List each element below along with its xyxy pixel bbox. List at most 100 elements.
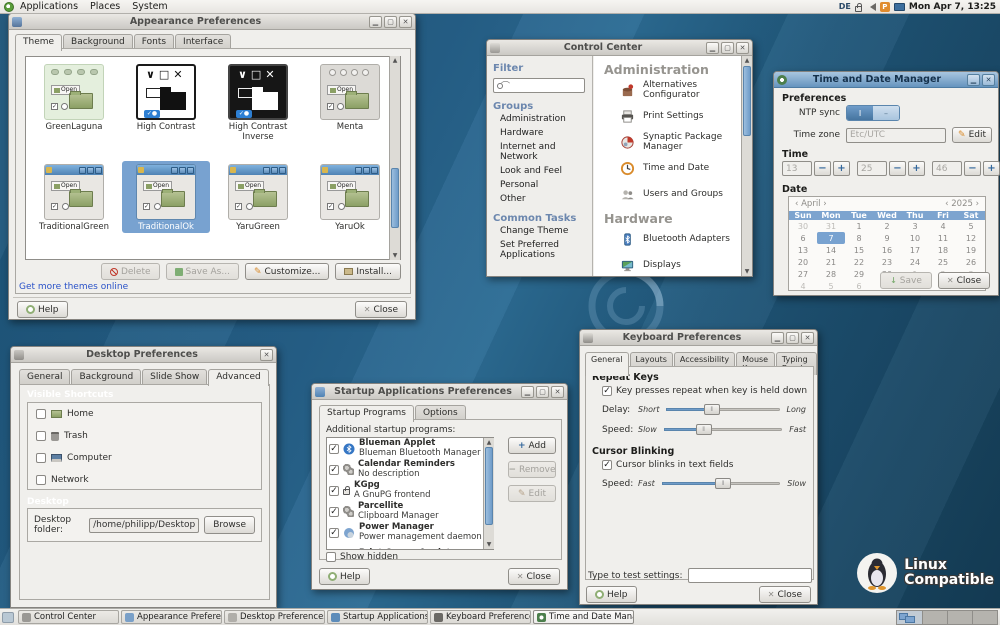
calendar-day[interactable]: 7 (817, 232, 845, 244)
browse-button[interactable]: Browse (204, 516, 255, 534)
close-button[interactable]: ✕ (736, 42, 749, 54)
close-button[interactable]: ✕ (551, 386, 564, 398)
keyboard-help-button[interactable]: Help (586, 586, 637, 603)
customize-button[interactable]: ✎Customize... (245, 263, 329, 280)
tab-advanced[interactable]: Advanced (208, 369, 268, 386)
minimize-button[interactable]: ▁ (521, 386, 534, 398)
menu-system[interactable]: System (126, 1, 173, 12)
close-button[interactable]: ✕ (801, 332, 814, 344)
repeat-speed-slider[interactable] (664, 424, 782, 435)
delete-theme-button[interactable]: Delete (101, 263, 160, 280)
minimize-button[interactable]: ▁ (771, 332, 784, 344)
startup-titlebar[interactable]: Startup Applications Preferences ▁ ▢ ✕ (312, 384, 567, 400)
time-date-close-button[interactable]: ✕Close (938, 272, 990, 289)
taskbar-startup-applications[interactable]: Startup Applications P... (327, 610, 428, 624)
calendar-day[interactable]: 5 (817, 280, 845, 292)
startup-close-button[interactable]: ✕Close (508, 568, 560, 585)
minimize-button[interactable]: ▁ (706, 42, 719, 54)
calendar-day[interactable]: 4 (929, 220, 957, 232)
task-change-theme[interactable]: Change Theme (493, 224, 586, 238)
group-internet[interactable]: Internet and Network (493, 140, 586, 164)
save-as-button[interactable]: Save As... (166, 263, 239, 280)
startup-help-button[interactable]: Help (319, 568, 370, 585)
calendar-day[interactable]: 24 (901, 256, 929, 268)
hours-minus-button[interactable]: − (814, 161, 831, 176)
calendar-day[interactable]: 4 (789, 280, 817, 292)
item-bluetooth-adapters[interactable]: Bluetooth Adapters (604, 226, 741, 252)
group-personal[interactable]: Personal (493, 178, 586, 192)
test-settings-input[interactable] (688, 568, 813, 583)
calendar-day[interactable]: 1 (845, 220, 873, 232)
print-queue-checkbox[interactable]: ✓ (329, 549, 339, 551)
theme-yaruok[interactable]: Open ✓ YaruOk (306, 161, 394, 233)
startup-item-blueman[interactable]: ✓ Blueman AppletBlueman Bluetooth Manage… (327, 438, 493, 459)
calendar-day[interactable]: 14 (817, 244, 845, 256)
network-checkbox[interactable] (36, 475, 46, 485)
theme-high-contrast-inverse[interactable]: ∨□✕ ✓● High Contrast Inverse (214, 61, 302, 143)
time-date-save-button[interactable]: ↓Save (880, 272, 932, 289)
calendar-day[interactable]: 17 (901, 244, 929, 256)
minutes-value[interactable]: 25 (857, 161, 887, 176)
calendar-day[interactable]: 3 (901, 220, 929, 232)
close-button[interactable]: ✕ (260, 349, 273, 361)
calendar-day[interactable]: 30 (789, 220, 817, 232)
calendar-day[interactable]: 5 (957, 220, 985, 232)
calendar-day[interactable]: 9 (873, 232, 901, 244)
cursor-speed-slider[interactable] (662, 478, 780, 489)
control-center-scrollbar[interactable]: ▲ ▼ (741, 56, 752, 276)
keyboard-close-button[interactable]: ✕Close (759, 586, 811, 603)
task-set-preferred-apps[interactable]: Set Preferred Applications (493, 238, 585, 262)
calendar-day[interactable]: 15 (845, 244, 873, 256)
minutes-minus-button[interactable]: − (889, 161, 906, 176)
power-checkbox[interactable]: ✓ (329, 528, 339, 538)
maximize-button[interactable]: ▢ (384, 16, 397, 28)
repeat-keys-checkbox[interactable]: ✓ (602, 386, 612, 396)
taskbar-appearance[interactable]: Appearance Preferen... (121, 610, 222, 624)
tab-startup-programs[interactable]: Startup Programs (319, 405, 414, 422)
startup-item-calendar-reminders[interactable]: ✓ Calendar RemindersNo description (327, 459, 493, 480)
blueman-checkbox[interactable]: ✓ (329, 444, 339, 454)
tab-general[interactable]: General (585, 352, 629, 376)
calendar-day[interactable]: 20 (789, 256, 817, 268)
appearance-titlebar[interactable]: Appearance Preferences ▁ ▢ ✕ (9, 14, 415, 30)
keyboard-titlebar[interactable]: Keyboard Preferences ▁ ▢ ✕ (580, 330, 817, 346)
startup-item-power-manager[interactable]: ✓ Power ManagerPower management daemon (327, 522, 493, 543)
close-button[interactable]: ✕ (399, 16, 412, 28)
calendar-day[interactable]: 10 (901, 232, 929, 244)
workspace-2[interactable] (922, 611, 947, 624)
calendar-day[interactable]: 12 (957, 232, 985, 244)
taskbar-keyboard-preferences[interactable]: Keyboard Preferences (430, 610, 531, 624)
item-time-and-date[interactable]: Time and Date (604, 155, 741, 181)
tab-theme[interactable]: Theme (15, 34, 62, 51)
startup-item-kgpg[interactable]: ✓ KGpgA GnuPG frontend (327, 480, 493, 501)
workspace-switcher[interactable] (896, 610, 998, 625)
group-other[interactable]: Other (493, 192, 586, 206)
taskbar-time-date-manager[interactable]: Time and Date Manager (533, 610, 634, 624)
network-icon[interactable] (894, 3, 905, 11)
calendar-day[interactable]: 16 (873, 244, 901, 256)
parcellite-checkbox[interactable]: ✓ (329, 507, 339, 517)
calendar-day[interactable]: 19 (957, 244, 985, 256)
calendar-checkbox[interactable]: ✓ (329, 465, 339, 475)
maximize-button[interactable]: ▢ (786, 332, 799, 344)
hours-plus-button[interactable]: + (833, 161, 850, 176)
item-synaptic[interactable]: Synaptic Package Manager (604, 129, 741, 155)
calendar-day[interactable]: 6 (845, 280, 873, 292)
hours-value[interactable]: 13 (782, 161, 812, 176)
minutes-plus-button[interactable]: + (908, 161, 925, 176)
maximize-button[interactable]: ▢ (536, 386, 549, 398)
calendar-day[interactable]: 21 (817, 256, 845, 268)
startup-item-print-queue[interactable]: ✓ Print Queue Applet (327, 543, 493, 550)
keyboard-layout-indicator[interactable]: DE (839, 2, 851, 11)
tab-slide-show[interactable]: Slide Show (142, 369, 207, 385)
calendar-day[interactable]: 8 (845, 232, 873, 244)
edit-button[interactable]: ✎Edit (508, 485, 556, 502)
distro-menu-icon[interactable] (4, 2, 14, 12)
seconds-plus-button[interactable]: + (983, 161, 1000, 176)
calendar-day[interactable]: 6 (789, 232, 817, 244)
calendar-day[interactable]: 28 (817, 268, 845, 280)
maximize-button[interactable]: ▢ (721, 42, 734, 54)
appearance-help-button[interactable]: Help (17, 301, 68, 318)
seconds-value[interactable]: 46 (932, 161, 962, 176)
computer-checkbox[interactable] (36, 453, 46, 463)
